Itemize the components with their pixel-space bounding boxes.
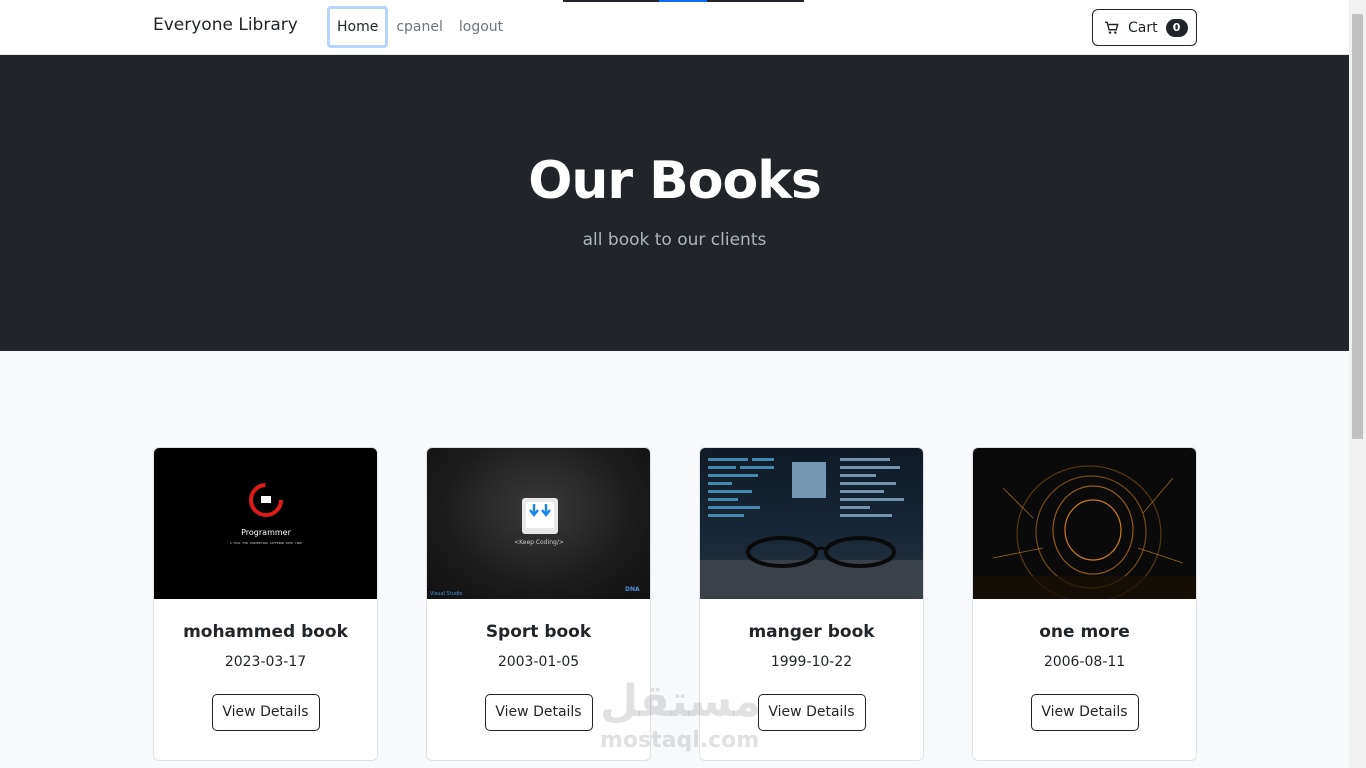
hero-title: Our Books: [528, 151, 822, 211]
view-details-button[interactable]: View Details: [1030, 694, 1139, 731]
cart-button[interactable]: Cart 0: [1092, 9, 1197, 46]
book-card: one more 2006-08-11 View Details: [972, 447, 1197, 761]
scrollbar-thumb[interactable]: [1352, 14, 1363, 439]
cart-icon: [1105, 21, 1119, 34]
progress-segment: [659, 0, 707, 2]
book-card: Programmer A TOOL FOR CONVERTING CAFFEIN…: [153, 447, 378, 761]
cover-corner-left: Visual Studio: [430, 591, 462, 597]
hero-banner: Our Books all book to our clients: [0, 55, 1349, 351]
keep-coding-cover-art: <Keep Coding/> Visual Studio DNA: [430, 498, 640, 597]
watermark-url: mostaql.com: [600, 728, 760, 753]
code-screen-photo: [700, 458, 923, 599]
book-cover-image: Programmer A TOOL FOR CONVERTING CAFFEIN…: [154, 448, 377, 599]
nav-link-cpanel[interactable]: cpanel: [388, 6, 451, 48]
nav-link-home[interactable]: Home: [327, 6, 389, 48]
nav-link-logout[interactable]: logout: [451, 6, 511, 48]
page-load-progress: [563, 0, 804, 2]
cart-label: Cart: [1128, 19, 1158, 36]
book-date: 1999-10-22: [770, 654, 853, 670]
vertical-scrollbar[interactable]: [1349, 0, 1366, 768]
navbar: Everyone Library Home cpanel logout Cart…: [0, 0, 1349, 55]
book-title: Sport book: [485, 622, 592, 642]
view-details-button[interactable]: View Details: [211, 694, 320, 731]
steel-wool-sparks-photo: [973, 465, 1196, 599]
book-title: one more: [1039, 622, 1130, 642]
brand-link[interactable]: Everyone Library: [153, 15, 298, 35]
book-title: mohammed book: [183, 622, 348, 642]
book-date: 2003-01-05: [497, 654, 580, 670]
hero-subtitle: all book to our clients: [582, 230, 767, 250]
cover-caption: Programmer: [241, 528, 291, 537]
book-title: manger book: [748, 622, 875, 642]
book-cover-image: [973, 448, 1196, 599]
view-details-button[interactable]: View Details: [757, 694, 866, 731]
cover-corner-right: DNA: [625, 586, 640, 593]
view-details-button[interactable]: View Details: [484, 694, 593, 731]
book-date: 2023-03-17: [224, 654, 307, 670]
book-cover-image: [700, 448, 923, 599]
cart-count-badge: 0: [1165, 18, 1188, 37]
book-cover-image: <Keep Coding/> Visual Studio DNA: [427, 448, 650, 599]
watermark-logo: مستقل: [600, 676, 761, 727]
cover-caption: <Keep Coding/>: [514, 539, 564, 546]
book-date: 2006-08-11: [1043, 654, 1126, 670]
cover-tagline: A TOOL FOR CONVERTING CAFFEINE INTO CODE: [230, 541, 302, 545]
programmer-cover-art: Programmer A TOOL FOR CONVERTING CAFFEIN…: [230, 483, 302, 545]
nav-links: Home cpanel logout: [327, 6, 511, 48]
